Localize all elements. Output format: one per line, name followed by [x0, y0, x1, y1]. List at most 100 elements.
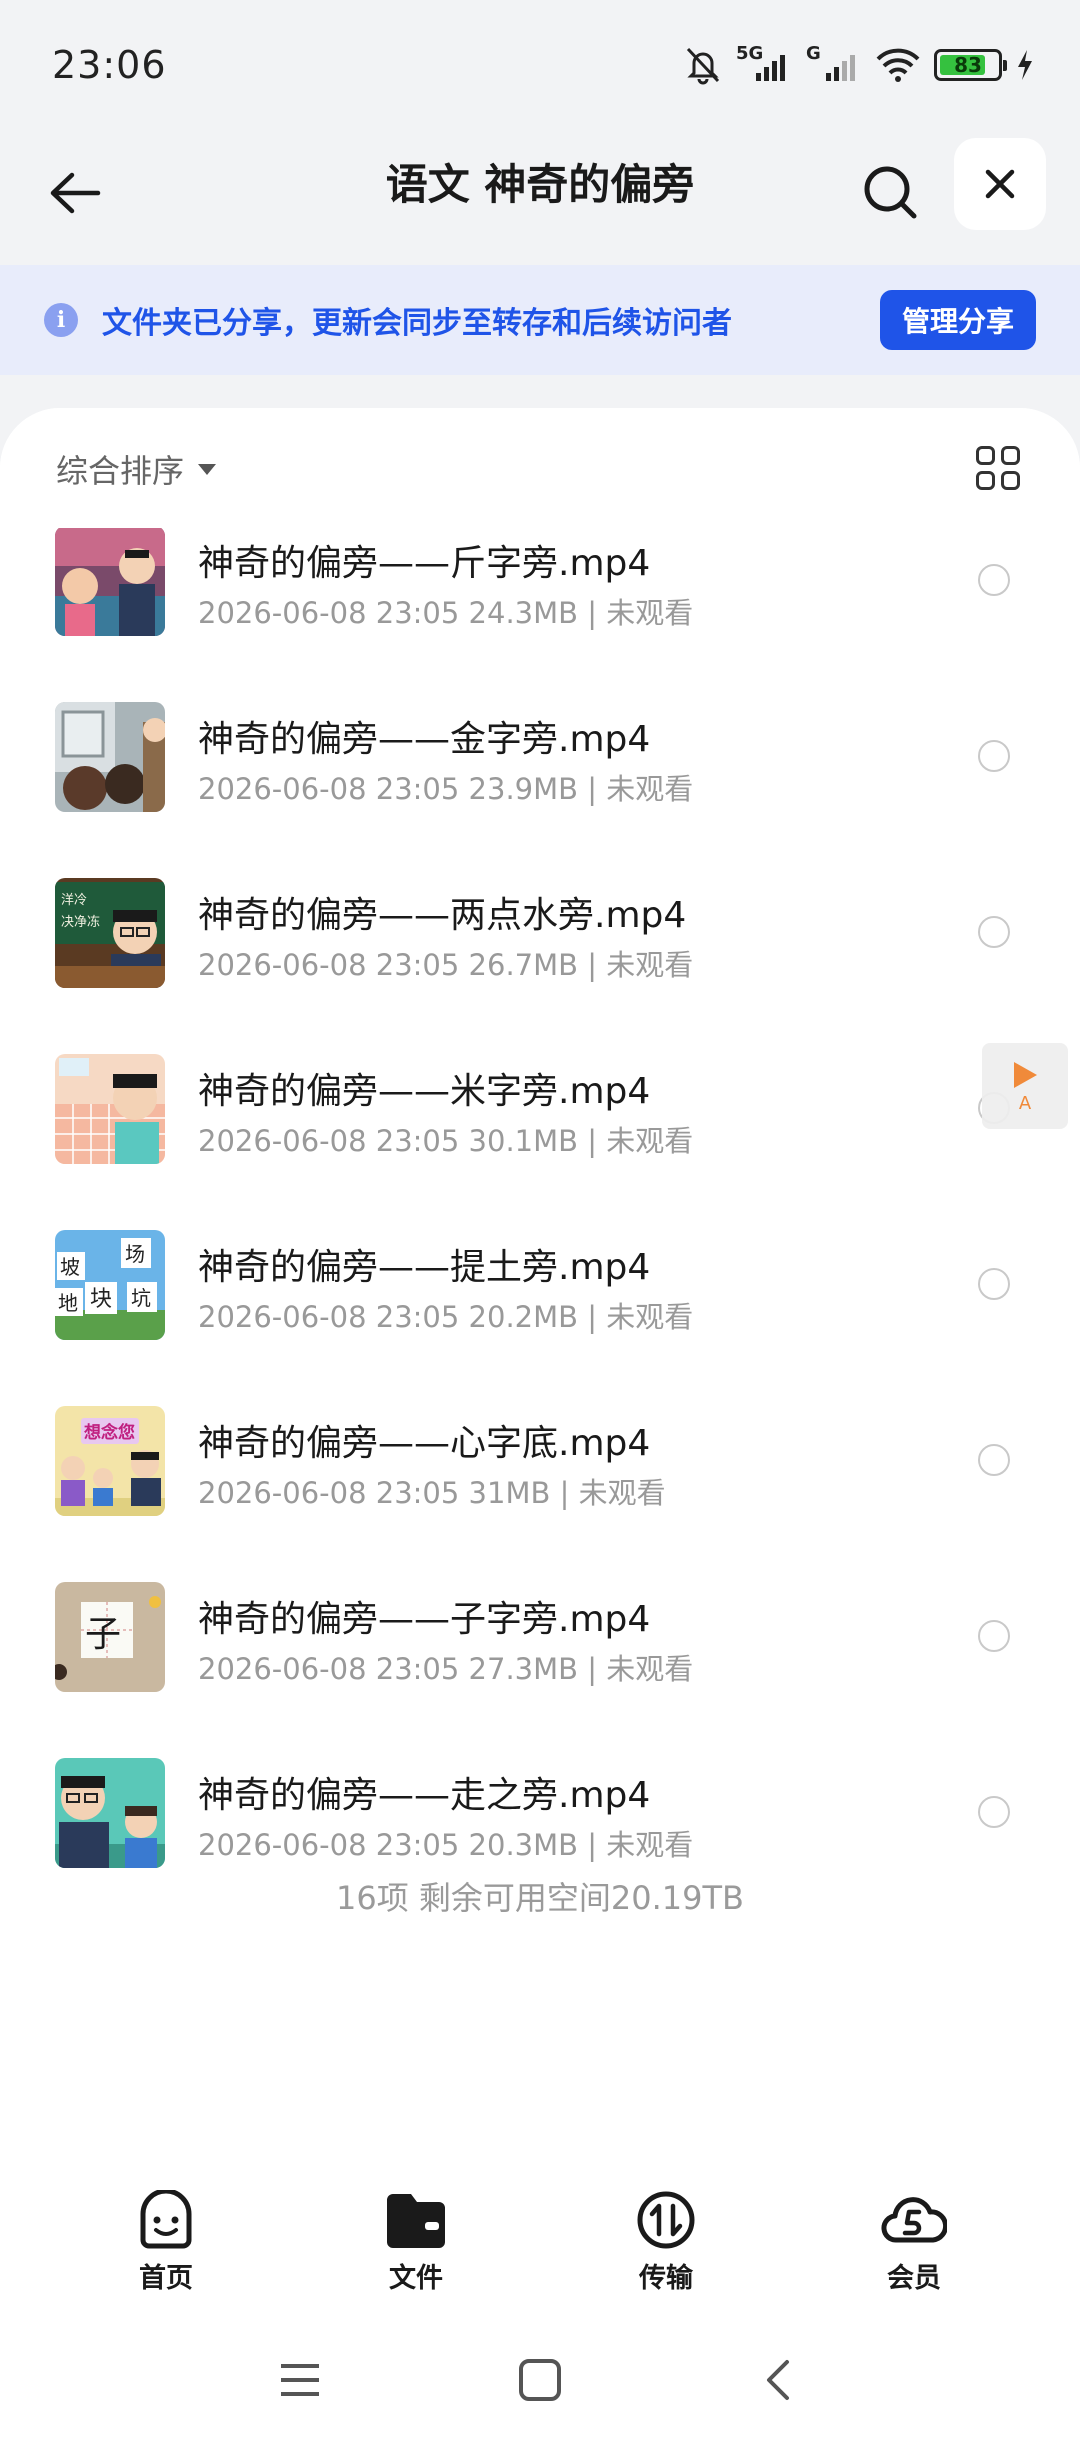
smile-icon — [140, 2190, 192, 2249]
nav-label: 文件 — [389, 2263, 443, 2294]
video-thumbnail — [55, 702, 165, 812]
nav-item-home[interactable]: 首页 — [96, 2190, 236, 2295]
file-name: 神奇的偏旁——金字旁.mp4 — [198, 719, 651, 760]
file-name: 神奇的偏旁——斤字旁.mp4 — [198, 543, 651, 584]
system-back-button[interactable] — [748, 2350, 808, 2410]
hamburger-icon — [281, 2364, 319, 2396]
file-name: 神奇的偏旁——米字旁.mp4 — [198, 1071, 651, 1112]
video-thumbnail: 坡 场 地 块 坑 — [55, 1230, 165, 1340]
nav-item-transfer[interactable]: 传输 — [596, 2190, 736, 2295]
info-icon: i — [44, 303, 78, 337]
file-meta: 2026-06-08 23:05 23.9MB | 未观看 — [198, 772, 694, 806]
floating-player-button[interactable]: A — [982, 1043, 1068, 1129]
bottom-nav: 首页 文件 传输 会员 — [0, 2148, 1080, 2298]
grid-cell — [976, 446, 995, 465]
file-meta: 2026-06-08 23:05 24.3MB | 未观看 — [198, 596, 694, 630]
sort-button[interactable]: 综合排序 — [56, 446, 217, 492]
file-content: 神奇的偏旁——斤字旁.mp4 2026-06-08 23:05 24.3MB |… — [0, 408, 1080, 2148]
grid-view-button[interactable] — [976, 446, 1020, 490]
menu-button[interactable] — [270, 2350, 330, 2410]
charging-bolt-icon — [1016, 49, 1034, 81]
thumb-char-3: 地 — [58, 1291, 78, 1315]
home-button[interactable] — [510, 2350, 570, 2410]
file-row[interactable]: 洋冷 决净冻 神奇的偏旁——两点水旁.mp4 2026-06-08 23:05 … — [0, 860, 1080, 1036]
file-row[interactable]: 神奇的偏旁——米字旁.mp4 2026-06-08 23:05 30.1MB |… — [0, 1036, 1080, 1212]
share-banner-text: 文件夹已分享，更新会同步至转存和后续访问者 — [102, 306, 732, 341]
thumb-char-1: 坡 — [60, 1255, 80, 1279]
file-name: 神奇的偏旁——两点水旁.mp4 — [198, 895, 687, 936]
arrow-left-icon — [50, 172, 101, 214]
file-name: 神奇的偏旁——提土旁.mp4 — [198, 1247, 651, 1288]
select-radio[interactable] — [978, 564, 1010, 596]
grid-cell — [1001, 446, 1020, 465]
select-radio[interactable] — [978, 916, 1010, 948]
signal-5g-icon: 5G — [736, 43, 792, 85]
thumb-chalk-line1: 洋冷 — [61, 893, 87, 908]
file-meta: 2026-06-08 23:05 27.3MB | 未观看 — [198, 1652, 694, 1686]
cloud-vip-icon — [881, 2197, 947, 2243]
folder-icon — [387, 2194, 445, 2248]
status-icons: 5G G 83 — [684, 43, 1034, 85]
video-thumbnail: 洋冷 决净冻 — [55, 878, 165, 988]
nav-item-files[interactable]: 文件 — [346, 2190, 486, 2295]
manage-share-button[interactable]: 管理分享 — [879, 290, 1036, 350]
select-radio[interactable] — [978, 1268, 1010, 1300]
battery-level: 83 — [954, 53, 982, 77]
file-row[interactable]: 坡 场 地 块 坑 神奇的偏旁——提土旁.mp4 2026-06-08 23:0… — [0, 1212, 1080, 1388]
close-button[interactable] — [954, 138, 1046, 230]
nav-item-vip[interactable]: 会员 — [844, 2190, 984, 2295]
select-radio[interactable] — [978, 1796, 1010, 1828]
thumb-char: 子 — [85, 1614, 121, 1655]
chevron-left-icon — [767, 2360, 789, 2400]
storage-summary: 16项 剩余可用空间20.19TB — [335, 1879, 744, 1917]
file-row[interactable]: 子 神奇的偏旁——子字旁.mp4 2026-06-08 23:05 27.3MB… — [0, 1564, 1080, 1740]
video-thumbnail: 想念您 — [55, 1406, 165, 1516]
play-icon — [1014, 1061, 1037, 1088]
battery-icon: 83 — [934, 49, 1007, 81]
back-button[interactable] — [40, 158, 110, 228]
file-meta: 2026-06-08 23:05 20.3MB | 未观看 — [198, 1828, 694, 1862]
video-thumbnail — [55, 1758, 165, 1868]
wifi-icon — [876, 47, 920, 83]
header: 语文 神奇的偏旁 — [0, 130, 1080, 265]
caret-down-icon — [198, 463, 217, 475]
video-thumbnail — [55, 526, 165, 636]
file-meta: 2026-06-08 23:05 20.2MB | 未观看 — [198, 1300, 694, 1334]
status-time: 23:06 — [52, 43, 167, 87]
file-row[interactable]: 神奇的偏旁——斤字旁.mp4 2026-06-08 23:05 24.3MB |… — [0, 508, 1080, 684]
thumb-title: 想念您 — [84, 1422, 135, 1443]
file-meta: 2026-06-08 23:05 30.1MB | 未观看 — [198, 1124, 694, 1158]
file-meta: 2026-06-08 23:05 26.7MB | 未观看 — [198, 948, 694, 982]
share-banner: i 文件夹已分享，更新会同步至转存和后续访问者 管理分享 — [0, 265, 1080, 375]
grid-cell — [1001, 471, 1020, 490]
close-icon — [985, 169, 1015, 199]
thumb-chalk-line2: 决净冻 — [61, 914, 100, 930]
thumb-char-4: 块 — [90, 1287, 112, 1312]
file-name: 神奇的偏旁——子字旁.mp4 — [198, 1599, 651, 1640]
file-row[interactable]: 想念您 神奇的偏旁——心字底.mp4 2026-06-08 23:05 31MB… — [0, 1388, 1080, 1564]
video-thumbnail: 子 — [55, 1582, 165, 1692]
sort-label: 综合排序 — [56, 452, 185, 490]
transfer-icon — [637, 2191, 695, 2249]
thumb-char-2: 场 — [125, 1242, 145, 1266]
search-button[interactable] — [850, 152, 930, 232]
square-home-icon — [519, 2359, 561, 2401]
nav-label: 首页 — [139, 2263, 193, 2294]
floating-button-label: A — [1018, 1092, 1032, 1114]
sort-bar: 综合排序 — [0, 408, 1080, 528]
file-name: 神奇的偏旁——走之旁.mp4 — [198, 1775, 651, 1816]
status-bar: 23:06 5G G 83 — [0, 0, 1080, 130]
select-radio[interactable] — [978, 1444, 1010, 1476]
video-thumbnail — [55, 1054, 165, 1164]
signal-g-icon: G — [806, 43, 862, 85]
search-icon — [864, 166, 917, 219]
thumb-char-5: 坑 — [131, 1286, 151, 1310]
file-name: 神奇的偏旁——心字底.mp4 — [198, 1423, 651, 1464]
file-row[interactable]: 神奇的偏旁——金字旁.mp4 2026-06-08 23:05 23.9MB |… — [0, 684, 1080, 860]
file-meta: 2026-06-08 23:05 31MB | 未观看 — [198, 1476, 666, 1510]
nav-label: 传输 — [639, 2263, 693, 2294]
select-radio[interactable] — [978, 740, 1010, 772]
grid-cell — [976, 471, 995, 490]
nav-label: 会员 — [887, 2263, 941, 2294]
select-radio[interactable] — [978, 1620, 1010, 1652]
